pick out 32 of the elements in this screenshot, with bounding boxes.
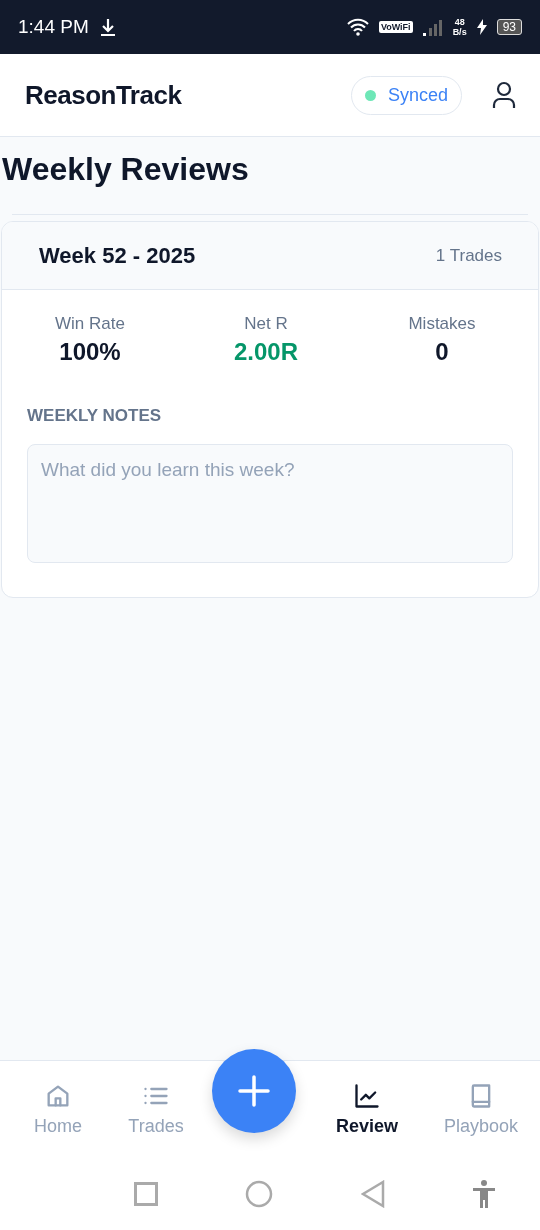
network-speed: 48 B/s [452, 17, 467, 37]
nav-tab[interactable]: Home [0, 1061, 116, 1158]
back-icon[interactable] [360, 1180, 385, 1208]
stat-label: Win Rate [55, 314, 125, 334]
page-title: Weekly Reviews [2, 151, 250, 188]
trade-count: 1 Trades [435, 245, 502, 266]
nav-tab[interactable]: Playbook [422, 1061, 540, 1158]
wifi-icon [346, 18, 369, 36]
stat-label: Mistakes [408, 314, 476, 334]
accessibility-icon[interactable] [472, 1179, 497, 1209]
add-button[interactable] [212, 1049, 296, 1133]
notes-field[interactable]: What did you learn this week? [27, 444, 513, 563]
week-title: Week 52 - 2025 [39, 242, 196, 269]
notes-label: WEEKLY NOTES [27, 406, 163, 426]
stat-label: Net R [244, 314, 288, 334]
stat-value: 0 [435, 338, 449, 366]
nav-tab[interactable]: Review [312, 1061, 422, 1158]
app-title: ReasonTrack [25, 79, 182, 111]
network-badge: VoWiFi [378, 21, 413, 33]
signal-icon [422, 18, 443, 36]
stat-value: 100% [59, 338, 121, 366]
battery-level: 93 [496, 19, 522, 35]
stat-value: 2.00R [233, 338, 298, 366]
home-circle-icon[interactable] [245, 1180, 274, 1208]
square-icon[interactable] [133, 1182, 158, 1206]
line-chart-icon [353, 1082, 381, 1110]
charging-icon [476, 19, 487, 35]
nav-tab[interactable]: Trades [116, 1061, 196, 1158]
download-icon [98, 17, 117, 37]
clock: 1:44 PM [18, 16, 89, 38]
user-icon[interactable] [492, 81, 516, 109]
plus-icon [237, 1074, 271, 1108]
